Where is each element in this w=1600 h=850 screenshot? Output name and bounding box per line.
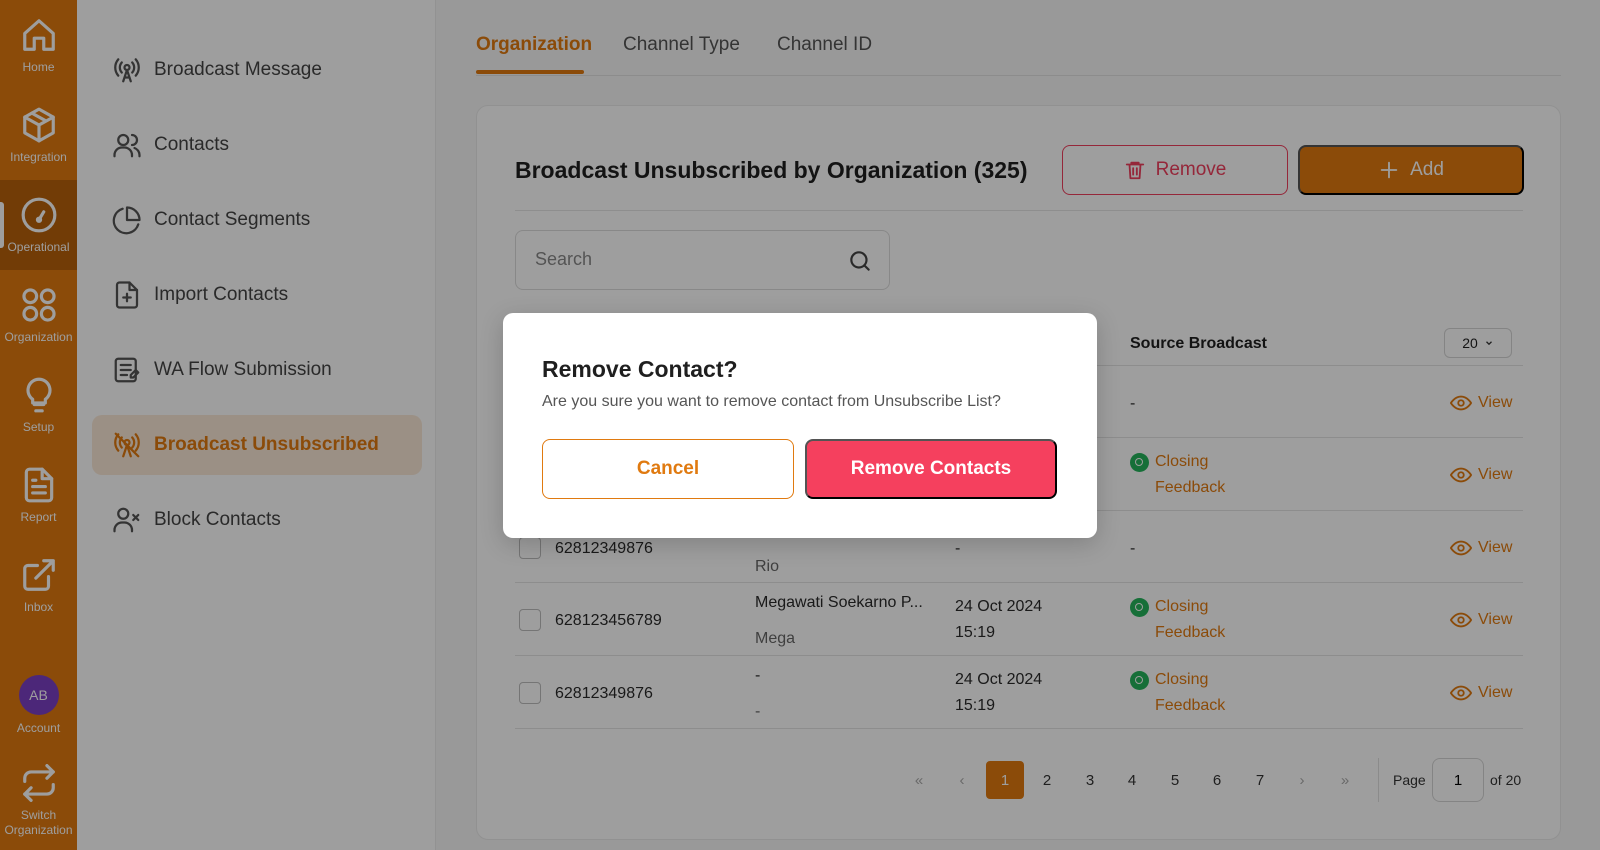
dialog-title: Remove Contact?	[542, 356, 738, 382]
cancel-button[interactable]: Cancel	[542, 439, 794, 499]
remove-contact-dialog: Remove Contact? Are you sure you want to…	[503, 313, 1097, 538]
dialog-message: Are you sure you want to remove contact …	[542, 393, 1001, 410]
remove-contacts-button[interactable]: Remove Contacts	[805, 439, 1057, 499]
